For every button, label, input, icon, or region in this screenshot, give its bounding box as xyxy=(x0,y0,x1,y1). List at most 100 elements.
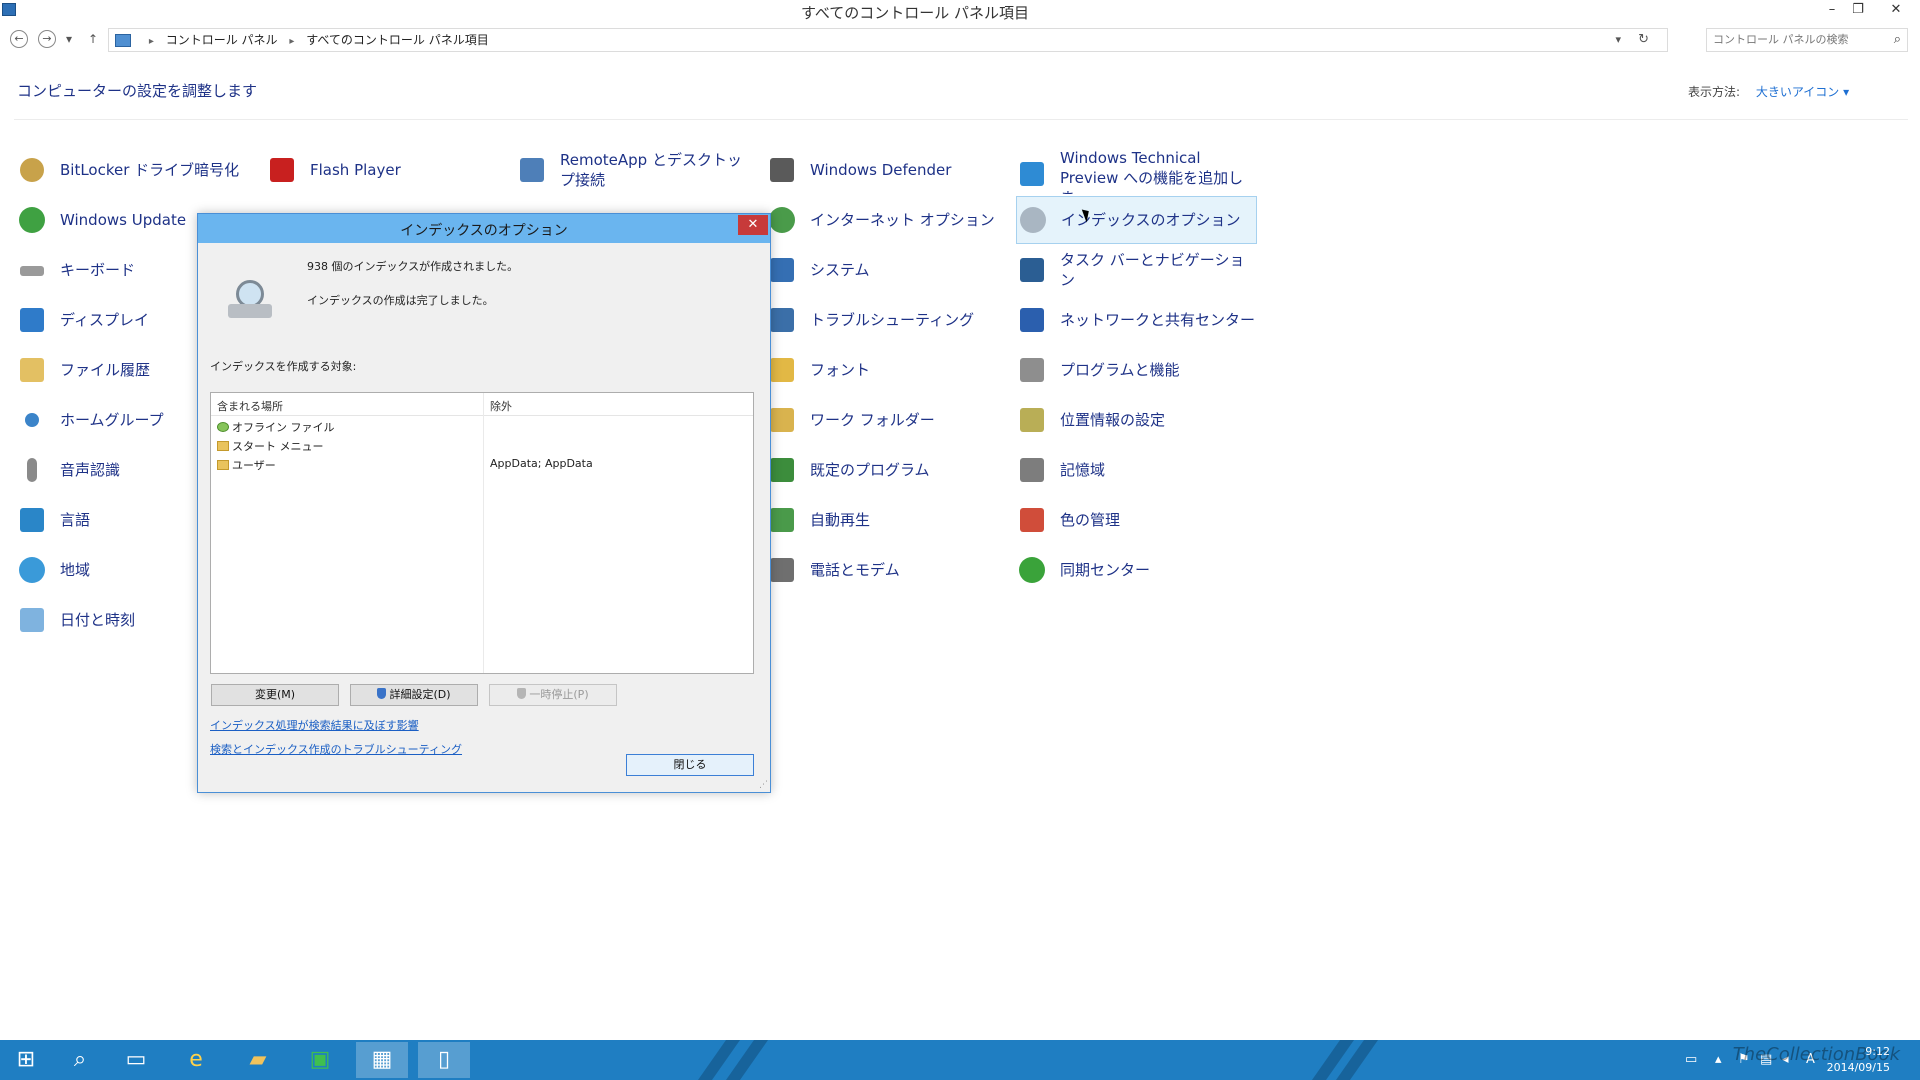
dialog-title-bar: インデックスのオプション ✕ xyxy=(198,214,770,243)
task-view-icon[interactable]: ▭ xyxy=(110,1042,162,1078)
forward-button[interactable]: → xyxy=(38,30,56,48)
title-bar: すべてのコントロール パネル項目 – ❐ ✕ xyxy=(0,0,1920,22)
item-label: タスク バーとナビゲーション xyxy=(1060,251,1245,289)
color-management-icon xyxy=(1016,504,1048,536)
item-phone-modem[interactable]: 電話とモデム xyxy=(766,548,1006,592)
uac-shield-icon xyxy=(377,688,387,699)
item-label: トラブルシューティング xyxy=(810,311,975,329)
item-indexing-options[interactable]: インデックスのオプション xyxy=(1016,196,1257,244)
resize-grip-icon[interactable]: ⋰ xyxy=(759,780,768,790)
item-troubleshooting[interactable]: トラブルシューティング xyxy=(766,298,1006,342)
pause-label: 一時停止(P) xyxy=(529,688,589,701)
bitlocker-key-icon xyxy=(16,154,48,186)
list-item[interactable]: オフライン ファイル xyxy=(211,417,753,435)
breadcrumb-all-items[interactable]: すべてのコントロール パネル項目 xyxy=(306,33,489,47)
windows-defender-icon xyxy=(766,154,798,186)
index-locations-list[interactable]: 含まれる場所 除外 オフライン ファイル スタート メニュー ユーザー AppD… xyxy=(210,392,754,674)
item-programs-features[interactable]: プログラムと機能 xyxy=(1016,348,1256,392)
display-icon xyxy=(16,304,48,336)
globe-icon xyxy=(16,554,48,586)
file-explorer-icon[interactable]: ▰ xyxy=(232,1042,284,1078)
back-button[interactable]: ← xyxy=(10,30,28,48)
item-label: Windows Defender xyxy=(810,161,952,179)
item-label: Windows Update xyxy=(60,211,187,229)
item-bitlocker[interactable]: BitLocker ドライブ暗号化 xyxy=(16,148,256,192)
action-center-icon[interactable]: ▭ xyxy=(1685,1052,1697,1067)
item-fonts[interactable]: フォント xyxy=(766,348,1006,392)
taskbar: ⊞ ⌕ ▭ e ▰ ▣ ▦ ▯ ▭ ▴ ⚑ ▤ ◂ A TheCollectio… xyxy=(0,1040,1920,1080)
control-panel-taskbar-icon[interactable]: ▦ xyxy=(356,1042,408,1078)
start-button-icon[interactable]: ⊞ xyxy=(0,1042,52,1078)
item-default-programs[interactable]: 既定のプログラム xyxy=(766,448,1006,492)
item-location-settings[interactable]: 位置情報の設定 xyxy=(1016,398,1256,442)
item-label: ファイル履歴 xyxy=(60,361,151,379)
chevron-right-icon: ▸ xyxy=(289,36,295,47)
file-history-icon xyxy=(16,354,48,386)
search-input[interactable]: コントロール パネルの検索 ⌕ xyxy=(1706,28,1908,52)
item-label: システム xyxy=(810,261,870,279)
address-bar[interactable]: ▸ コントロール パネル ▸ すべてのコントロール パネル項目 ▾ ↻ xyxy=(108,28,1668,52)
internet-explorer-icon[interactable]: e xyxy=(170,1042,222,1078)
search-placeholder: コントロール パネルの検索 xyxy=(1713,33,1849,46)
dialog-close-button[interactable]: ✕ xyxy=(738,215,768,235)
restore-button[interactable]: ❐ xyxy=(1846,0,1870,20)
item-network-sharing[interactable]: ネットワークと共有センター xyxy=(1016,298,1256,342)
item-label: ネットワークと共有センター xyxy=(1060,311,1256,329)
column-header-exclude[interactable]: 除外 xyxy=(490,398,512,414)
modify-button[interactable]: 変更(M) xyxy=(211,684,339,706)
minimize-button[interactable]: – xyxy=(1820,0,1844,20)
item-label: キーボード xyxy=(60,261,136,279)
breadcrumb-control-panel[interactable]: コントロール パネル xyxy=(166,33,278,47)
item-remoteapp[interactable]: RemoteApp とデスクトップ接続 xyxy=(516,148,756,192)
search-taskbar-icon[interactable]: ⌕ xyxy=(54,1042,106,1078)
clock[interactable]: 9:12 2014/09/15 xyxy=(1827,1044,1890,1076)
troubleshoot-indexing-link[interactable]: 検索とインデックス作成のトラブルシューティング xyxy=(210,741,462,757)
document-taskbar-icon[interactable]: ▯ xyxy=(418,1042,470,1078)
item-sync-center[interactable]: 同期センター xyxy=(1016,548,1256,592)
location-name: ユーザー xyxy=(232,459,276,472)
item-color-management[interactable]: 色の管理 xyxy=(1016,498,1256,542)
offline-files-icon xyxy=(217,422,229,432)
list-item[interactable]: スタート メニュー xyxy=(211,436,753,454)
item-flash-player[interactable]: Flash Player xyxy=(266,148,506,192)
folder-icon xyxy=(217,441,229,451)
refresh-icon[interactable]: ↻ xyxy=(1638,29,1649,51)
page-title: コンピューターの設定を調整します xyxy=(17,82,258,100)
column-header-included[interactable]: 含まれる場所 xyxy=(217,398,283,414)
show-hidden-icons-icon[interactable]: ▴ xyxy=(1715,1052,1722,1067)
view-label: 表示方法: xyxy=(1688,85,1741,99)
indexing-impact-link[interactable]: インデックス処理が検索結果に及ぼす影響 xyxy=(210,717,419,733)
dialog-title: インデックスのオプション xyxy=(400,223,568,239)
item-windows-technical-preview[interactable]: Windows Technical Preview への機能を追加しま xyxy=(1016,148,1256,194)
system-tray: ▭ ▴ ⚑ ▤ ◂ A TheCollectionBook 9:12 2014/… xyxy=(1660,1040,1920,1080)
index-locations-label: インデックスを作成する対象: xyxy=(210,360,357,373)
advanced-button[interactable]: 詳細設定(D) xyxy=(350,684,478,706)
dialog-close-text-button[interactable]: 閉じる xyxy=(626,754,754,776)
search-icon[interactable]: ⌕ xyxy=(1894,29,1901,51)
keyboard-icon xyxy=(16,254,48,286)
clock-time: 9:12 xyxy=(1865,1045,1890,1058)
recent-dropdown[interactable]: ▾ xyxy=(66,32,72,46)
item-label: 言語 xyxy=(60,511,91,529)
item-label: 電話とモデム xyxy=(810,561,900,579)
list-item[interactable]: ユーザー AppData; AppData xyxy=(211,455,753,473)
view-mode-dropdown[interactable]: 大きいアイコン ▾ xyxy=(1756,85,1849,99)
item-system[interactable]: システム xyxy=(766,248,1006,292)
chevron-right-icon: ▸ xyxy=(148,36,154,47)
windows-update-icon xyxy=(16,204,48,236)
column-divider xyxy=(483,393,484,673)
item-storage-spaces[interactable]: 記憶域 xyxy=(1016,448,1256,492)
item-label: BitLocker ドライブ暗号化 xyxy=(60,161,240,179)
address-dropdown-icon[interactable]: ▾ xyxy=(1615,29,1621,51)
indexing-options-icon xyxy=(1017,204,1049,236)
up-button[interactable]: ↑ xyxy=(88,32,98,46)
item-label: 自動再生 xyxy=(810,511,871,529)
item-autoplay[interactable]: 自動再生 xyxy=(766,498,1006,542)
item-work-folders[interactable]: ワーク フォルダー xyxy=(766,398,1006,442)
item-taskbar-navigation[interactable]: タスク バーとナビゲーション xyxy=(1016,248,1256,292)
item-internet-options[interactable]: インターネット オプション xyxy=(766,198,1006,242)
view-mode: 表示方法: 大きいアイコン ▾ xyxy=(1688,83,1849,100)
store-icon[interactable]: ▣ xyxy=(294,1042,346,1078)
item-windows-defender[interactable]: Windows Defender xyxy=(766,148,1006,192)
close-button[interactable]: ✕ xyxy=(1884,0,1908,20)
